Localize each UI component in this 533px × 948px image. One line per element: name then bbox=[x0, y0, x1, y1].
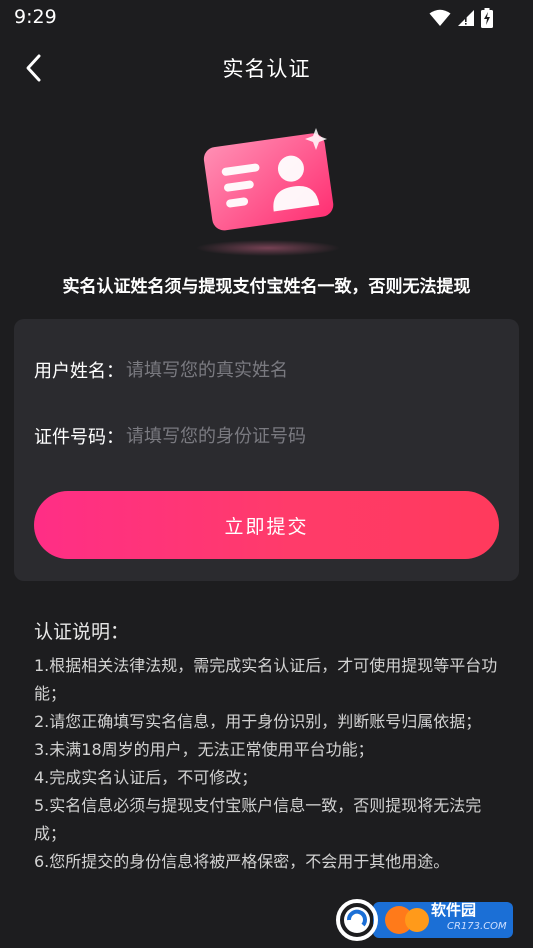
status-icons bbox=[429, 7, 493, 29]
real-name-verification-screen: 9:29 实名认证 实名认证姓名须与提现支付宝姓名一致，否则无法提现 用户姓名：… bbox=[0, 0, 533, 948]
signal-icon bbox=[458, 10, 474, 26]
name-label: 用户姓名： bbox=[34, 361, 124, 382]
app-header: 实名认证 bbox=[0, 40, 533, 96]
watermark-text: 软件园 bbox=[431, 901, 477, 919]
battery-charging-icon bbox=[481, 8, 493, 28]
watermark-logo: 软件园 CR173.COM bbox=[333, 898, 515, 942]
instruction-item: 5.实名信息必须与提现支付宝账户信息一致，否则提现将无法完成； bbox=[34, 796, 482, 843]
verification-notice: 实名认证姓名须与提现支付宝姓名一致，否则无法提现 bbox=[62, 277, 471, 297]
watermark-subtext: CR173.COM bbox=[447, 921, 507, 932]
instruction-item: 3.未满18周岁的用户，无法正常使用平台功能； bbox=[34, 740, 374, 759]
page-title: 实名认证 bbox=[222, 57, 311, 81]
id-number-input[interactable] bbox=[124, 418, 499, 454]
name-row: 用户姓名： bbox=[34, 350, 499, 390]
watermark-badge-icon bbox=[336, 899, 513, 941]
instruction-item: 6.您所提交的身份信息将被严格保密，不会用于其他用途。 bbox=[34, 852, 450, 871]
status-bar: 9:29 bbox=[0, 0, 533, 36]
verification-form: 用户姓名： 证件号码： 立即提交 bbox=[14, 319, 519, 581]
instruction-item: 1.根据相关法律法规，需完成实名认证后，才可使用提现等平台功能； bbox=[34, 656, 498, 703]
verification-instructions: 认证说明： 1.根据相关法律法规，需完成实名认证后，才可使用提现等平台功能； 2… bbox=[34, 617, 509, 876]
id-card-icon bbox=[196, 128, 340, 256]
instruction-item: 4.完成实名认证后，不可修改； bbox=[34, 768, 258, 787]
wifi-icon bbox=[429, 9, 451, 26]
instructions-title: 认证说明： bbox=[34, 621, 130, 643]
name-input[interactable] bbox=[124, 352, 499, 388]
status-time: 9:29 bbox=[14, 6, 57, 28]
instruction-item: 2.请您正确填写实名信息，用于身份识别，判断账号归属依据； bbox=[34, 712, 482, 731]
submit-button[interactable]: 立即提交 bbox=[34, 491, 499, 559]
id-number-label: 证件号码： bbox=[34, 427, 124, 448]
id-row: 证件号码： bbox=[34, 416, 499, 456]
